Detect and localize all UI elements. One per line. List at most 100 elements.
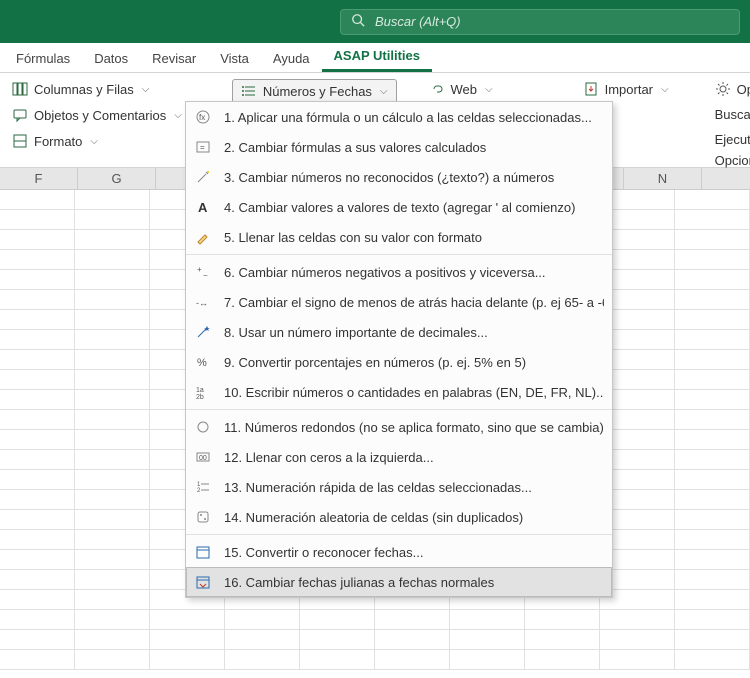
menu-item-quick-numbering[interactable]: 12 13. Numeración rápida de las celdas s…	[186, 472, 612, 502]
tab-revisar[interactable]: Revisar	[140, 45, 208, 72]
grid-cell[interactable]	[75, 270, 150, 289]
grid-cell[interactable]	[0, 270, 75, 289]
grid-cell[interactable]	[0, 450, 75, 469]
grid-cell[interactable]	[675, 510, 750, 529]
grid-cell[interactable]	[0, 210, 75, 229]
grid-cell[interactable]	[75, 190, 150, 209]
numbers-dates-button[interactable]: Números y Fechas⌵	[232, 79, 397, 103]
format-button[interactable]: Formato⌵	[8, 131, 186, 151]
grid-cell[interactable]	[450, 650, 525, 669]
web-button[interactable]: Web⌵	[425, 79, 497, 99]
grid-cell[interactable]	[75, 310, 150, 329]
grid-cell[interactable]	[525, 630, 600, 649]
grid-cell[interactable]	[75, 630, 150, 649]
grid-cell[interactable]	[675, 470, 750, 489]
search-box[interactable]: Buscar (Alt+Q)	[340, 9, 740, 35]
grid-row[interactable]	[0, 630, 750, 650]
grid-cell[interactable]	[525, 650, 600, 669]
tab-formulas[interactable]: Fórmulas	[4, 45, 82, 72]
grid-cell[interactable]	[375, 650, 450, 669]
grid-cell[interactable]	[0, 250, 75, 269]
grid-cell[interactable]	[675, 530, 750, 549]
menu-item-negative-positive[interactable]: +− 6. Cambiar números negativos a positi…	[186, 257, 612, 287]
grid-cell[interactable]	[0, 610, 75, 629]
grid-cell[interactable]	[675, 430, 750, 449]
grid-cell[interactable]	[75, 210, 150, 229]
grid-cell[interactable]	[0, 330, 75, 349]
last-tool-button[interactable]: Ejecute la última herramie	[711, 130, 750, 149]
grid-cell[interactable]	[75, 550, 150, 569]
grid-cell[interactable]	[0, 190, 75, 209]
grid-cell[interactable]	[300, 630, 375, 649]
grid-cell[interactable]	[675, 390, 750, 409]
grid-cell[interactable]	[75, 590, 150, 609]
grid-cell[interactable]	[0, 390, 75, 409]
grid-row[interactable]	[0, 650, 750, 670]
grid-cell[interactable]	[225, 610, 300, 629]
grid-cell[interactable]	[675, 590, 750, 609]
grid-cell[interactable]	[0, 510, 75, 529]
grid-cell[interactable]	[0, 290, 75, 309]
grid-cell[interactable]	[150, 610, 225, 629]
menu-item-random-numbering[interactable]: 14. Numeración aleatoria de celdas (sin …	[186, 502, 612, 532]
grid-cell[interactable]	[75, 510, 150, 529]
grid-cell[interactable]	[0, 630, 75, 649]
grid-cell[interactable]	[0, 650, 75, 669]
grid-cell[interactable]	[0, 470, 75, 489]
grid-cell[interactable]	[450, 610, 525, 629]
grid-cell[interactable]	[75, 610, 150, 629]
menu-item-apply-formula[interactable]: fx 1. Aplicar una fórmula o un cálculo a…	[186, 102, 612, 132]
grid-cell[interactable]	[0, 570, 75, 589]
grid-cell[interactable]	[75, 250, 150, 269]
grid-cell[interactable]	[675, 450, 750, 469]
grid-cell[interactable]	[150, 650, 225, 669]
grid-cell[interactable]	[75, 530, 150, 549]
grid-cell[interactable]	[675, 650, 750, 669]
menu-item-text-to-numbers[interactable]: 3. Cambiar números no reconocidos (¿text…	[186, 162, 612, 192]
grid-cell[interactable]	[75, 450, 150, 469]
tab-vista[interactable]: Vista	[208, 45, 261, 72]
menu-item-formulas-to-values[interactable]: = 2. Cambiar fórmulas a sus valores calc…	[186, 132, 612, 162]
menu-item-significant-decimals[interactable]: 8. Usar un número importante de decimale…	[186, 317, 612, 347]
grid-cell[interactable]	[75, 470, 150, 489]
menu-item-percent-to-number[interactable]: % 9. Convertir porcentajes en números (p…	[186, 347, 612, 377]
grid-cell[interactable]	[675, 350, 750, 369]
grid-cell[interactable]	[300, 650, 375, 669]
grid-cell[interactable]	[0, 550, 75, 569]
menu-item-leading-zeros[interactable]: 00 12. Llenar con ceros a la izquierda..…	[186, 442, 612, 472]
grid-cell[interactable]	[675, 370, 750, 389]
search-execute-button[interactable]: Buscar y ejecutar una utili	[711, 105, 750, 124]
grid-cell[interactable]	[0, 590, 75, 609]
grid-cell[interactable]	[75, 330, 150, 349]
grid-cell[interactable]	[75, 430, 150, 449]
grid-cell[interactable]	[75, 290, 150, 309]
asap-options-button[interactable]: Opciones de ASAP Utilitie	[711, 79, 750, 99]
menu-item-numbers-to-words[interactable]: 1a2b 10. Escribir números o cantidades e…	[186, 377, 612, 407]
grid-cell[interactable]	[225, 630, 300, 649]
grid-cell[interactable]	[525, 610, 600, 629]
options-config-button[interactable]: Opciones y configuración	[711, 151, 750, 170]
grid-cell[interactable]	[600, 630, 675, 649]
grid-cell[interactable]	[0, 230, 75, 249]
grid-cell[interactable]	[675, 570, 750, 589]
grid-cell[interactable]	[0, 370, 75, 389]
import-button[interactable]: Importar⌵	[579, 79, 673, 99]
grid-cell[interactable]	[75, 390, 150, 409]
tab-asap-utilities[interactable]: ASAP Utilities	[322, 42, 432, 72]
grid-cell[interactable]	[75, 350, 150, 369]
grid-cell[interactable]	[75, 230, 150, 249]
columns-rows-button[interactable]: Columnas y Filas⌵	[8, 79, 186, 99]
objects-comments-button[interactable]: Objetos y Comentarios⌵	[8, 105, 186, 125]
grid-cell[interactable]	[300, 610, 375, 629]
grid-cell[interactable]	[375, 610, 450, 629]
grid-cell[interactable]	[375, 630, 450, 649]
grid-cell[interactable]	[150, 630, 225, 649]
menu-item-move-minus-sign[interactable]: -↔ 7. Cambiar el signo de menos de atrás…	[186, 287, 612, 317]
grid-cell[interactable]	[600, 610, 675, 629]
menu-item-julian-dates[interactable]: 16. Cambiar fechas julianas a fechas nor…	[186, 567, 612, 597]
col-header[interactable]: G	[78, 168, 156, 189]
grid-cell[interactable]	[75, 570, 150, 589]
col-header[interactable]: F	[0, 168, 78, 189]
grid-cell[interactable]	[0, 310, 75, 329]
grid-cell[interactable]	[0, 490, 75, 509]
